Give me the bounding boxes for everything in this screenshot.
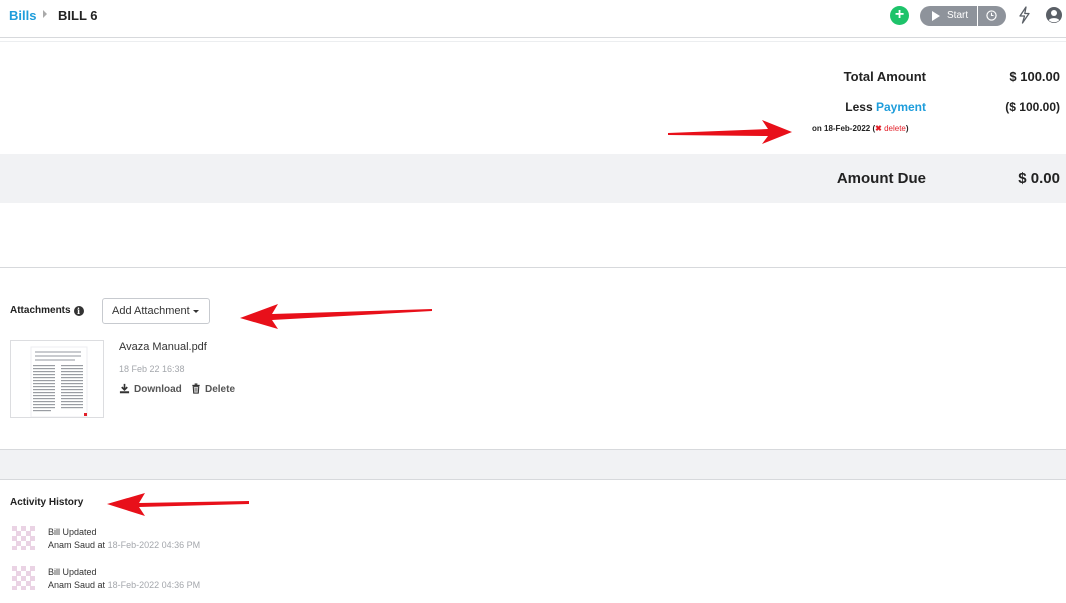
caret-down-icon [193,310,199,313]
payment-link[interactable]: Payment [876,100,926,114]
activity-item-title: Bill Updated [48,527,97,537]
less-payment-label: Less Payment [780,100,926,114]
delete-file-button[interactable]: Delete [191,383,235,395]
activity-history-title: Activity History [10,497,84,508]
header-divider [0,37,1066,38]
avatar [10,524,37,551]
bolt-icon[interactable] [1018,6,1031,24]
activity-item-title: Bill Updated [48,567,97,577]
delete-label: Delete [205,384,236,395]
payment-date: on 18-Feb-2022 [812,124,871,133]
download-label: Download [134,384,182,395]
activity-time: 18-Feb-2022 04:36 PM [107,580,201,590]
section-divider [0,267,1066,268]
file-date: 18 Feb 22 16:38 [119,364,185,374]
section-separator-band [0,449,1066,480]
activity-at: at [97,580,106,590]
page-title: BILL 6 [58,8,98,23]
clock-icon [986,10,997,21]
add-button[interactable]: + [890,6,909,25]
timesheet-button[interactable] [978,6,1006,26]
total-amount-label: Total Amount [843,69,926,84]
delete-payment-link[interactable]: delete [884,124,906,133]
activity-user: Anam Saud [48,540,96,550]
attachments-title: Attachments [10,305,71,316]
annotation-arrow-icon [240,304,432,329]
payment-value: ($ 100.00) [1005,100,1060,114]
total-amount-value: $ 100.00 [1009,69,1060,84]
amount-due-value: $ 0.00 [1018,170,1060,187]
avatar [10,564,37,591]
activity-user: Anam Saud [48,580,96,590]
attachments-heading: Attachments i [10,305,84,316]
play-icon [932,11,940,21]
add-attachment-button[interactable]: Add Attachment [102,298,210,324]
activity-item-meta: Anam Saud at 18-Feb-2022 04:36 PM [48,540,200,550]
trash-icon [192,383,200,394]
amount-due-label: Amount Due [836,170,926,187]
close-icon[interactable]: ✖ [875,124,882,133]
annotation-arrow-icon [668,120,792,144]
activity-at: at [97,540,106,550]
less-label: Less [845,100,873,114]
file-name[interactable]: Avaza Manual.pdf [119,341,207,353]
top-bar: Bills BILL 6 + Start [0,0,1066,33]
start-label: Start [947,10,969,21]
annotation-arrow-icon [107,493,249,516]
download-icon [119,383,130,394]
user-account-icon[interactable] [1045,6,1063,24]
activity-time: 18-Feb-2022 04:36 PM [107,540,201,550]
info-icon[interactable]: i [73,306,84,316]
header-divider-2 [0,41,1066,42]
chevron-right-icon [43,10,47,18]
breadcrumb-bills-link[interactable]: Bills [9,8,36,23]
add-attachment-label: Add Attachment [112,305,190,317]
file-thumbnail[interactable] [10,340,104,418]
document-preview-icon [30,346,88,417]
start-timer-button[interactable]: Start [920,6,977,26]
activity-item-meta: Anam Saud at 18-Feb-2022 04:36 PM [48,580,200,590]
download-button[interactable]: Download [119,383,182,395]
payment-note: on 18-Feb-2022 (✖ delete) [812,124,909,133]
